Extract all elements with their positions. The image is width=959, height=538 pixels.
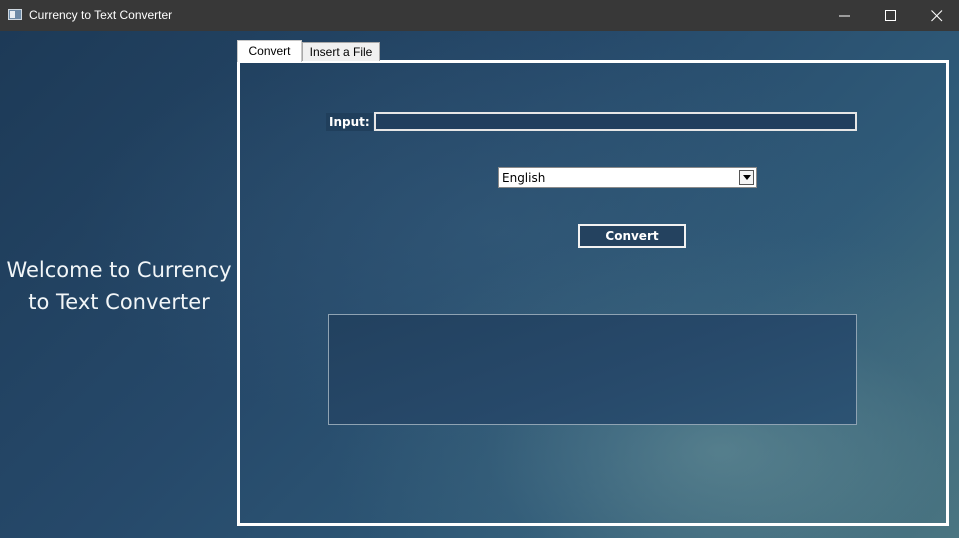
maximize-button[interactable] bbox=[868, 0, 914, 31]
output-text-area[interactable] bbox=[328, 314, 857, 425]
dropdown-arrow-icon[interactable] bbox=[739, 170, 754, 185]
close-icon bbox=[931, 10, 943, 22]
maximize-icon bbox=[885, 10, 896, 21]
language-dropdown[interactable]: English bbox=[498, 167, 757, 188]
minimize-icon bbox=[839, 15, 850, 17]
input-label: Input: bbox=[326, 113, 373, 131]
window-title: Currency to Text Converter bbox=[29, 8, 173, 22]
convert-button[interactable]: Convert bbox=[578, 224, 686, 248]
input-field[interactable] bbox=[374, 112, 857, 131]
tab-convert[interactable]: Convert bbox=[237, 40, 302, 62]
app-window: Currency to Text Converter Welcome to Cu… bbox=[0, 0, 959, 538]
language-selected-value: English bbox=[502, 171, 546, 185]
minimize-button[interactable] bbox=[822, 0, 868, 31]
close-button[interactable] bbox=[914, 0, 959, 31]
app-icon bbox=[8, 9, 22, 20]
tab-insert-a-file[interactable]: Insert a File bbox=[302, 42, 380, 61]
welcome-line-1: Welcome to Currency bbox=[6, 258, 232, 282]
welcome-line-2: to Text Converter bbox=[28, 290, 210, 314]
title-bar[interactable]: Currency to Text Converter bbox=[0, 0, 959, 31]
welcome-heading: Welcome to Currency to Text Converter bbox=[0, 254, 238, 318]
